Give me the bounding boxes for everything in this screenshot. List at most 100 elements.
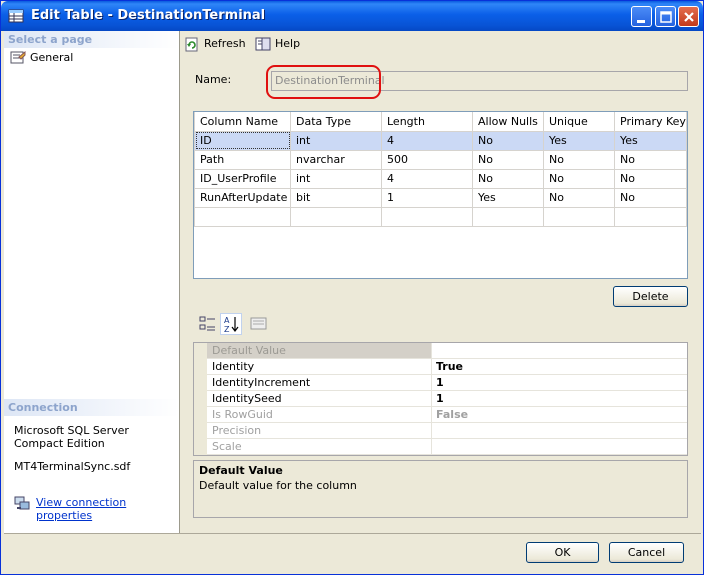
table-row[interactable]: ID int 4 No Yes Yes (194, 130, 687, 151)
property-pages-icon (250, 317, 267, 330)
property-row[interactable]: IdentitySeed 1 (194, 391, 687, 407)
property-grid[interactable]: Default Value Identity True IdentityIncr… (193, 342, 688, 456)
cell-unique[interactable]: Yes (543, 130, 615, 151)
property-name: Default Value (207, 343, 432, 359)
cell-allow-nulls[interactable]: No (472, 168, 544, 189)
property-value[interactable] (432, 423, 687, 439)
header-data-type[interactable]: Data Type (290, 112, 382, 132)
close-button[interactable] (678, 6, 699, 27)
minimize-button[interactable] (631, 6, 652, 27)
table-row[interactable]: Path nvarchar 500 No No No (194, 149, 687, 170)
row-gutter (194, 391, 207, 407)
cancel-button[interactable]: Cancel (609, 542, 684, 563)
cell-allow-nulls[interactable]: No (472, 130, 544, 151)
cell-column-name[interactable]: Path (194, 149, 291, 170)
page-item-general[interactable]: General (10, 49, 73, 67)
alphabetical-button[interactable]: A Z (220, 313, 242, 335)
cell-data-type[interactable]: int (290, 130, 382, 151)
connection-header: Connection (4, 399, 179, 416)
delete-button[interactable]: Delete (613, 286, 688, 307)
header-allow-nulls[interactable]: Allow Nulls (472, 112, 544, 132)
header-unique[interactable]: Unique (543, 112, 615, 132)
empty-cell[interactable] (290, 206, 382, 227)
property-name: Precision (207, 423, 432, 439)
property-row[interactable]: Precision (194, 423, 687, 439)
empty-cell[interactable] (381, 206, 473, 227)
general-page: Name: DestinationTerminal Column Name Da… (181, 57, 701, 533)
database-file: MT4TerminalSync.sdf (14, 460, 131, 473)
window-title: Edit Table - DestinationTerminal (31, 8, 266, 23)
row-gutter (194, 439, 207, 455)
view-connection-properties[interactable]: View connection properties (14, 496, 179, 522)
empty-cell[interactable] (194, 206, 291, 227)
help-icon (255, 37, 271, 51)
empty-cell[interactable] (614, 206, 687, 227)
cell-allow-nulls[interactable]: No (472, 149, 544, 170)
view-connection-link[interactable]: View connection properties (36, 496, 126, 522)
cell-unique[interactable]: No (543, 149, 615, 170)
cell-column-name[interactable]: RunAfterUpdate (194, 187, 291, 208)
cell-length[interactable]: 1 (381, 187, 473, 208)
cell-column-name[interactable]: ID (194, 130, 291, 151)
row-gutter (194, 407, 207, 423)
property-name: Identity (207, 359, 432, 375)
property-name: Scale (207, 439, 432, 455)
property-value[interactable]: True (432, 359, 687, 375)
cell-length[interactable]: 4 (381, 130, 473, 151)
property-name: IdentityIncrement (207, 375, 432, 391)
header-primary-key[interactable]: Primary Key (614, 112, 687, 132)
property-row[interactable]: IdentityIncrement 1 (194, 375, 687, 391)
empty-cell[interactable] (543, 206, 615, 227)
property-value[interactable]: False (432, 407, 687, 423)
property-pages-button[interactable] (248, 313, 270, 335)
cell-data-type[interactable]: bit (290, 187, 382, 208)
cell-column-name[interactable]: ID_UserProfile (194, 168, 291, 189)
cell-allow-nulls[interactable]: Yes (472, 187, 544, 208)
cell-unique[interactable]: No (543, 187, 615, 208)
property-value[interactable]: 1 (432, 375, 687, 391)
header-column-name[interactable]: Column Name (194, 112, 291, 132)
header-length[interactable]: Length (381, 112, 473, 132)
property-row[interactable]: Scale (194, 439, 687, 455)
edit-table-window: Edit Table - DestinationTerminal Select … (0, 0, 704, 575)
property-value[interactable] (432, 439, 687, 455)
property-name: IdentitySeed (207, 391, 432, 407)
table-row[interactable]: RunAfterUpdate bit 1 Yes No No (194, 187, 687, 208)
ok-button[interactable]: OK (526, 542, 599, 563)
toolbar: Refresh Help (181, 32, 701, 56)
maximize-icon (660, 11, 672, 23)
cell-length[interactable]: 4 (381, 168, 473, 189)
table-name-field[interactable]: DestinationTerminal (271, 71, 688, 91)
description-text: Default value for the column (199, 479, 357, 492)
general-page-icon (10, 51, 26, 64)
description-title: Default Value (199, 464, 283, 477)
refresh-icon (185, 37, 198, 52)
cell-unique[interactable]: No (543, 168, 615, 189)
maximize-button[interactable] (655, 6, 676, 27)
columns-grid[interactable]: Column Name Data Type Length Allow Nulls… (193, 111, 688, 279)
empty-cell[interactable] (472, 206, 544, 227)
property-row[interactable]: Identity True (194, 359, 687, 375)
cell-primary-key[interactable]: No (614, 168, 687, 189)
title-bar[interactable]: Edit Table - DestinationTerminal (1, 1, 703, 31)
cell-primary-key[interactable]: No (614, 149, 687, 170)
property-value[interactable]: 1 (432, 391, 687, 407)
property-row[interactable]: Is RowGuid False (194, 407, 687, 423)
property-value[interactable] (432, 343, 687, 359)
cell-data-type[interactable]: int (290, 168, 382, 189)
new-row[interactable] (194, 206, 687, 227)
help-button[interactable]: Help (255, 35, 300, 53)
property-row[interactable]: Default Value (194, 343, 687, 359)
cell-primary-key[interactable]: Yes (614, 130, 687, 151)
row-gutter (194, 359, 207, 375)
refresh-button[interactable]: Refresh (184, 35, 246, 53)
connection-properties-icon (14, 496, 30, 510)
table-row[interactable]: ID_UserProfile int 4 No No No (194, 168, 687, 189)
row-gutter (194, 423, 207, 439)
left-pane: Select a page General Connection Microso… (4, 31, 180, 533)
cell-length[interactable]: 500 (381, 149, 473, 170)
cell-primary-key[interactable]: No (614, 187, 687, 208)
svg-text:Z: Z (224, 325, 230, 334)
categorized-button[interactable] (197, 313, 219, 335)
cell-data-type[interactable]: nvarchar (290, 149, 382, 170)
